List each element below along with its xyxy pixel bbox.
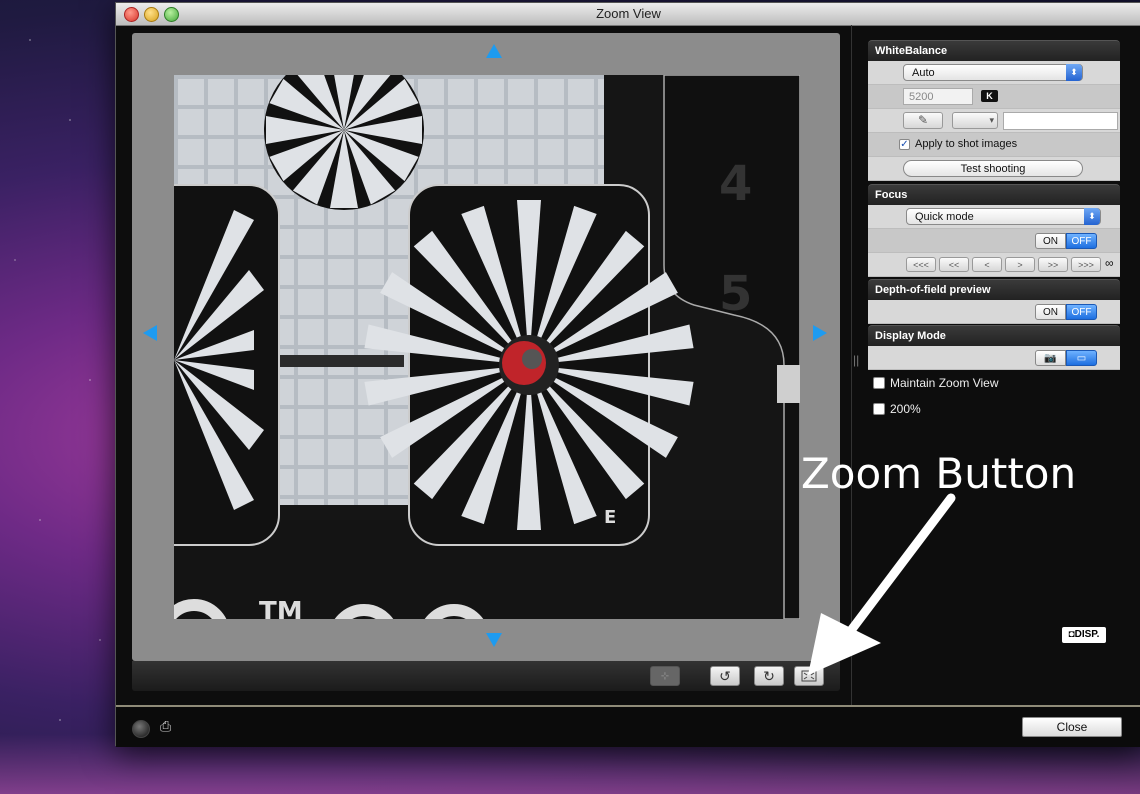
remote-camera-icon[interactable]: ⎙ (160, 718, 171, 735)
zoom-view-window: Zoom View 4 5 E TM ⊹ ↺ ↻ || WhiteBalance… (115, 2, 1140, 747)
status-bar: ⎙ Close (116, 705, 1140, 747)
record-indicator-icon (132, 720, 150, 738)
annotation-arrow (808, 493, 956, 675)
close-button[interactable]: Close (1022, 717, 1122, 737)
